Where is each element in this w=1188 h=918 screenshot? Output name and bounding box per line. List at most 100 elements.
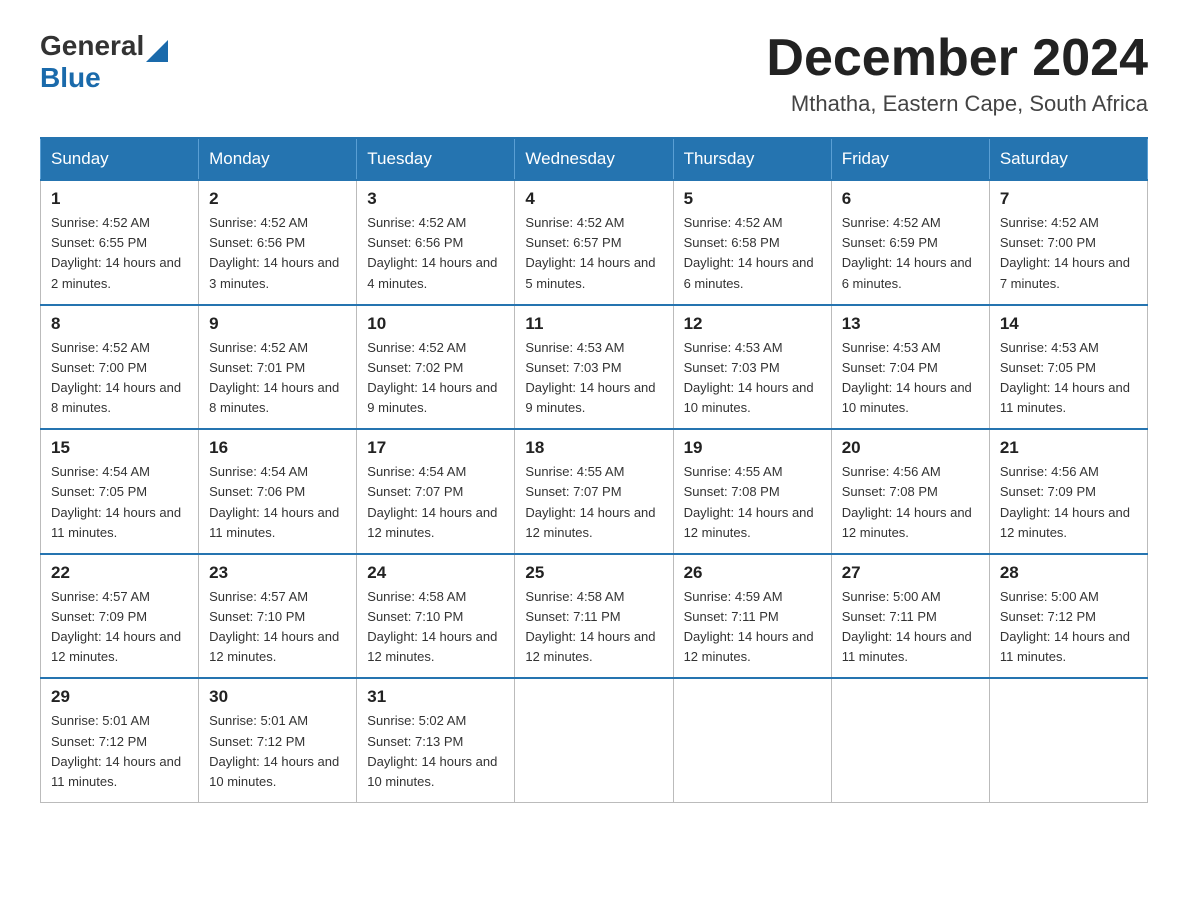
title-area: December 2024 Mthatha, Eastern Cape, Sou…	[766, 30, 1148, 117]
day-number: 17	[367, 438, 504, 458]
day-number: 29	[51, 687, 188, 707]
weekday-header-friday: Friday	[831, 138, 989, 180]
day-info: Sunrise: 5:00 AM Sunset: 7:11 PM Dayligh…	[842, 587, 979, 668]
day-number: 20	[842, 438, 979, 458]
day-cell	[673, 678, 831, 802]
day-info: Sunrise: 4:52 AM Sunset: 6:58 PM Dayligh…	[684, 213, 821, 294]
day-number: 2	[209, 189, 346, 209]
day-info: Sunrise: 4:59 AM Sunset: 7:11 PM Dayligh…	[684, 587, 821, 668]
day-number: 25	[525, 563, 662, 583]
day-number: 30	[209, 687, 346, 707]
day-cell: 28 Sunrise: 5:00 AM Sunset: 7:12 PM Dayl…	[989, 554, 1147, 679]
day-info: Sunrise: 4:58 AM Sunset: 7:11 PM Dayligh…	[525, 587, 662, 668]
weekday-header-thursday: Thursday	[673, 138, 831, 180]
day-cell: 19 Sunrise: 4:55 AM Sunset: 7:08 PM Dayl…	[673, 429, 831, 554]
day-info: Sunrise: 4:54 AM Sunset: 7:05 PM Dayligh…	[51, 462, 188, 543]
logo-triangle-icon	[146, 34, 168, 62]
day-number: 9	[209, 314, 346, 334]
day-number: 11	[525, 314, 662, 334]
day-info: Sunrise: 4:52 AM Sunset: 7:00 PM Dayligh…	[51, 338, 188, 419]
day-info: Sunrise: 4:52 AM Sunset: 6:56 PM Dayligh…	[209, 213, 346, 294]
day-cell: 5 Sunrise: 4:52 AM Sunset: 6:58 PM Dayli…	[673, 180, 831, 305]
day-number: 8	[51, 314, 188, 334]
day-number: 13	[842, 314, 979, 334]
day-number: 23	[209, 563, 346, 583]
day-info: Sunrise: 4:52 AM Sunset: 7:00 PM Dayligh…	[1000, 213, 1137, 294]
day-info: Sunrise: 4:53 AM Sunset: 7:05 PM Dayligh…	[1000, 338, 1137, 419]
weekday-header-sunday: Sunday	[41, 138, 199, 180]
week-row-2: 8 Sunrise: 4:52 AM Sunset: 7:00 PM Dayli…	[41, 305, 1148, 430]
location-subtitle: Mthatha, Eastern Cape, South Africa	[766, 91, 1148, 117]
day-number: 12	[684, 314, 821, 334]
day-cell: 26 Sunrise: 4:59 AM Sunset: 7:11 PM Dayl…	[673, 554, 831, 679]
day-info: Sunrise: 4:56 AM Sunset: 7:09 PM Dayligh…	[1000, 462, 1137, 543]
day-info: Sunrise: 4:54 AM Sunset: 7:07 PM Dayligh…	[367, 462, 504, 543]
day-number: 1	[51, 189, 188, 209]
week-row-3: 15 Sunrise: 4:54 AM Sunset: 7:05 PM Dayl…	[41, 429, 1148, 554]
day-number: 22	[51, 563, 188, 583]
calendar-table: SundayMondayTuesdayWednesdayThursdayFrid…	[40, 137, 1148, 803]
day-info: Sunrise: 4:58 AM Sunset: 7:10 PM Dayligh…	[367, 587, 504, 668]
day-info: Sunrise: 4:52 AM Sunset: 6:56 PM Dayligh…	[367, 213, 504, 294]
week-row-4: 22 Sunrise: 4:57 AM Sunset: 7:09 PM Dayl…	[41, 554, 1148, 679]
day-info: Sunrise: 4:57 AM Sunset: 7:09 PM Dayligh…	[51, 587, 188, 668]
day-number: 21	[1000, 438, 1137, 458]
day-cell: 20 Sunrise: 4:56 AM Sunset: 7:08 PM Dayl…	[831, 429, 989, 554]
day-info: Sunrise: 4:54 AM Sunset: 7:06 PM Dayligh…	[209, 462, 346, 543]
day-number: 19	[684, 438, 821, 458]
day-cell: 1 Sunrise: 4:52 AM Sunset: 6:55 PM Dayli…	[41, 180, 199, 305]
day-cell	[831, 678, 989, 802]
week-row-1: 1 Sunrise: 4:52 AM Sunset: 6:55 PM Dayli…	[41, 180, 1148, 305]
day-number: 3	[367, 189, 504, 209]
day-cell: 4 Sunrise: 4:52 AM Sunset: 6:57 PM Dayli…	[515, 180, 673, 305]
day-cell: 18 Sunrise: 4:55 AM Sunset: 7:07 PM Dayl…	[515, 429, 673, 554]
day-info: Sunrise: 4:56 AM Sunset: 7:08 PM Dayligh…	[842, 462, 979, 543]
day-number: 15	[51, 438, 188, 458]
day-info: Sunrise: 4:52 AM Sunset: 7:02 PM Dayligh…	[367, 338, 504, 419]
week-row-5: 29 Sunrise: 5:01 AM Sunset: 7:12 PM Dayl…	[41, 678, 1148, 802]
weekday-header-tuesday: Tuesday	[357, 138, 515, 180]
weekday-header-row: SundayMondayTuesdayWednesdayThursdayFrid…	[41, 138, 1148, 180]
day-cell: 14 Sunrise: 4:53 AM Sunset: 7:05 PM Dayl…	[989, 305, 1147, 430]
day-info: Sunrise: 5:00 AM Sunset: 7:12 PM Dayligh…	[1000, 587, 1137, 668]
day-info: Sunrise: 5:01 AM Sunset: 7:12 PM Dayligh…	[209, 711, 346, 792]
day-cell: 27 Sunrise: 5:00 AM Sunset: 7:11 PM Dayl…	[831, 554, 989, 679]
weekday-header-wednesday: Wednesday	[515, 138, 673, 180]
day-cell: 10 Sunrise: 4:52 AM Sunset: 7:02 PM Dayl…	[357, 305, 515, 430]
day-info: Sunrise: 4:55 AM Sunset: 7:08 PM Dayligh…	[684, 462, 821, 543]
day-cell: 2 Sunrise: 4:52 AM Sunset: 6:56 PM Dayli…	[199, 180, 357, 305]
day-cell: 22 Sunrise: 4:57 AM Sunset: 7:09 PM Dayl…	[41, 554, 199, 679]
weekday-header-saturday: Saturday	[989, 138, 1147, 180]
day-info: Sunrise: 4:52 AM Sunset: 6:57 PM Dayligh…	[525, 213, 662, 294]
day-info: Sunrise: 4:57 AM Sunset: 7:10 PM Dayligh…	[209, 587, 346, 668]
day-cell: 6 Sunrise: 4:52 AM Sunset: 6:59 PM Dayli…	[831, 180, 989, 305]
day-cell: 17 Sunrise: 4:54 AM Sunset: 7:07 PM Dayl…	[357, 429, 515, 554]
day-cell	[515, 678, 673, 802]
day-number: 18	[525, 438, 662, 458]
day-cell: 9 Sunrise: 4:52 AM Sunset: 7:01 PM Dayli…	[199, 305, 357, 430]
day-cell: 12 Sunrise: 4:53 AM Sunset: 7:03 PM Dayl…	[673, 305, 831, 430]
page-header: General Blue December 2024 Mthatha, East…	[40, 30, 1148, 117]
month-title: December 2024	[766, 30, 1148, 87]
day-number: 16	[209, 438, 346, 458]
day-number: 28	[1000, 563, 1137, 583]
day-number: 5	[684, 189, 821, 209]
day-number: 24	[367, 563, 504, 583]
day-number: 31	[367, 687, 504, 707]
day-number: 6	[842, 189, 979, 209]
day-info: Sunrise: 4:53 AM Sunset: 7:04 PM Dayligh…	[842, 338, 979, 419]
day-number: 10	[367, 314, 504, 334]
day-info: Sunrise: 5:02 AM Sunset: 7:13 PM Dayligh…	[367, 711, 504, 792]
weekday-header-monday: Monday	[199, 138, 357, 180]
day-info: Sunrise: 4:53 AM Sunset: 7:03 PM Dayligh…	[525, 338, 662, 419]
day-info: Sunrise: 4:52 AM Sunset: 6:59 PM Dayligh…	[842, 213, 979, 294]
day-cell	[989, 678, 1147, 802]
day-cell: 23 Sunrise: 4:57 AM Sunset: 7:10 PM Dayl…	[199, 554, 357, 679]
day-number: 4	[525, 189, 662, 209]
day-cell: 3 Sunrise: 4:52 AM Sunset: 6:56 PM Dayli…	[357, 180, 515, 305]
day-cell: 29 Sunrise: 5:01 AM Sunset: 7:12 PM Dayl…	[41, 678, 199, 802]
day-cell: 7 Sunrise: 4:52 AM Sunset: 7:00 PM Dayli…	[989, 180, 1147, 305]
day-cell: 13 Sunrise: 4:53 AM Sunset: 7:04 PM Dayl…	[831, 305, 989, 430]
day-cell: 21 Sunrise: 4:56 AM Sunset: 7:09 PM Dayl…	[989, 429, 1147, 554]
day-cell: 24 Sunrise: 4:58 AM Sunset: 7:10 PM Dayl…	[357, 554, 515, 679]
